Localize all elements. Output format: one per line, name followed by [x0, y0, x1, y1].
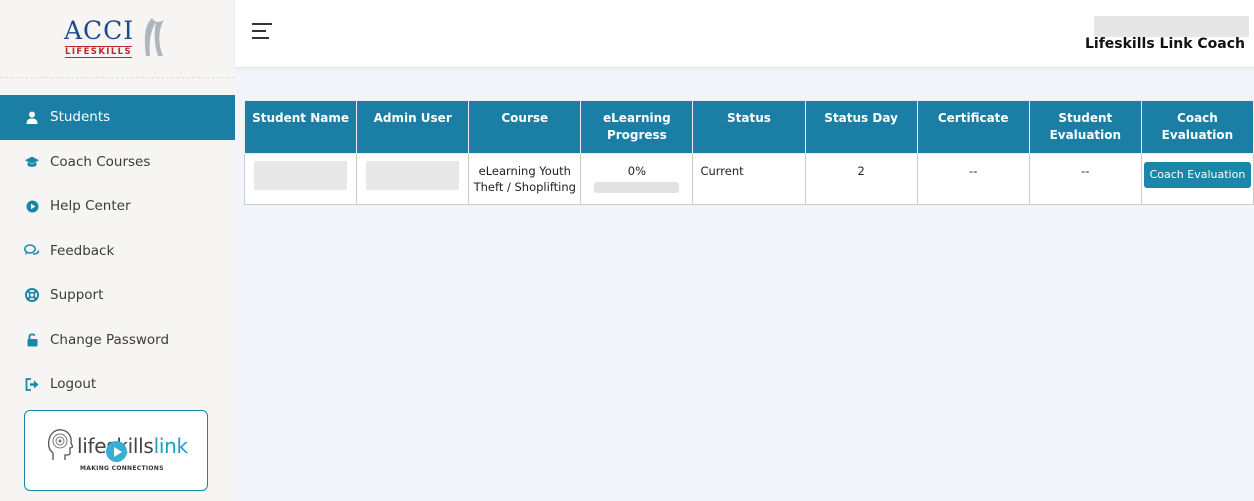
- lifebuoy-icon: [24, 287, 40, 303]
- menu-toggle-icon[interactable]: [252, 23, 272, 39]
- cell-admin-user: [356, 153, 470, 205]
- column-header-status-day[interactable]: Status Day: [804, 100, 918, 154]
- sidebar-nav: Students Coach Courses Help Center Feedb…: [0, 95, 235, 407]
- sidebar-item-label: Logout: [50, 376, 97, 393]
- progress-bar: [594, 182, 680, 193]
- sidebar-item-support[interactable]: Support: [0, 273, 235, 318]
- cell-student-evaluation: --: [1028, 153, 1142, 205]
- user-icon: [24, 109, 40, 125]
- sidebar-item-label: Help Center: [50, 198, 131, 215]
- student-name-placeholder: [254, 161, 348, 190]
- play-circle-icon: [24, 198, 40, 214]
- cell-course: eLearning Youth Theft / Shoplifting: [468, 153, 582, 205]
- sidebar-item-label: Support: [50, 287, 104, 304]
- head-profile-icon: [47, 429, 73, 460]
- admin-user-placeholder: [366, 161, 460, 190]
- cell-coach-evaluation: Coach Evaluation: [1140, 153, 1254, 205]
- column-header-certificate[interactable]: Certificate: [916, 100, 1030, 154]
- sidebar-item-logout[interactable]: Logout: [0, 362, 235, 407]
- sidebar-item-students[interactable]: Students: [0, 95, 235, 140]
- column-header-course[interactable]: Course: [468, 100, 582, 154]
- logo-area: ACCI LIFESKILLS: [0, 0, 235, 78]
- progress-text: 0%: [627, 164, 646, 178]
- promo-brand: lifeskillslink: [77, 434, 188, 458]
- sidebar-item-label: Change Password: [50, 331, 170, 348]
- sidebar-item-label: Students: [50, 109, 111, 126]
- column-header-student-name[interactable]: Student Name: [243, 100, 358, 154]
- column-header-status[interactable]: Status: [692, 100, 806, 154]
- promo-tagline: MAKING CONNECTIONS: [80, 465, 164, 472]
- table-header-row: Student Name Admin User Course eLearning…: [243, 100, 1254, 154]
- eagle-icon: [144, 18, 164, 56]
- sidebar-item-label: Feedback: [50, 242, 115, 259]
- page-title: Lifeskills Link Coach: [1084, 36, 1245, 52]
- column-header-student-evaluation[interactable]: Student Evaluation: [1028, 100, 1142, 154]
- column-header-elearning-progress[interactable]: eLearning Progress: [580, 100, 694, 154]
- cell-status-day: 2: [804, 153, 918, 205]
- coach-evaluation-button[interactable]: Coach Evaluation: [1143, 162, 1252, 188]
- cell-student-name: [243, 153, 358, 205]
- cell-certificate: --: [916, 153, 1030, 205]
- sidebar: ACCI LIFESKILLS Students Coach Courses H…: [0, 0, 235, 501]
- unlock-icon: [24, 332, 40, 348]
- sidebar-item-coach-courses[interactable]: Coach Courses: [0, 140, 235, 185]
- cell-status: Current: [692, 153, 806, 205]
- cell-progress: 0%: [580, 153, 694, 205]
- sidebar-item-label: Coach Courses: [50, 153, 151, 170]
- students-table: Student Name Admin User Course eLearning…: [243, 100, 1254, 205]
- acci-logo[interactable]: ACCI LIFESKILLS: [64, 16, 168, 62]
- column-header-coach-evaluation[interactable]: Coach Evaluation: [1140, 100, 1254, 154]
- graduation-cap-icon: [24, 154, 40, 170]
- sidebar-item-change-password[interactable]: Change Password: [0, 318, 235, 363]
- table-row: eLearning Youth Theft / Shoplifting 0% C…: [243, 153, 1254, 205]
- lifeskills-link-banner[interactable]: lifeskillslink MAKING CONNECTIONS: [24, 410, 208, 491]
- logo-text: ACCI: [64, 16, 135, 45]
- top-bar: Lifeskills Link Coach: [235, 0, 1254, 67]
- play-icon[interactable]: [106, 441, 127, 462]
- logout-icon: [24, 376, 40, 392]
- sidebar-item-help-center[interactable]: Help Center: [0, 184, 235, 229]
- user-name-placeholder: [1094, 16, 1249, 37]
- column-header-admin-user[interactable]: Admin User: [356, 100, 470, 154]
- chat-icon: [24, 243, 40, 259]
- logo-subtext: LIFESKILLS: [65, 46, 133, 58]
- promo-brand-link: link: [153, 434, 188, 458]
- sidebar-item-feedback[interactable]: Feedback: [0, 229, 235, 274]
